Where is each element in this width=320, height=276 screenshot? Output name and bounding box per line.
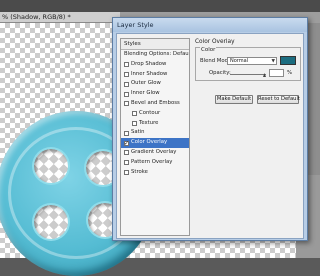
style-item-label: Inner Shadow xyxy=(131,70,168,77)
styles-header[interactable]: Styles xyxy=(121,39,189,50)
style-checkbox[interactable] xyxy=(124,72,129,78)
opacity-label: Opacity: xyxy=(209,70,231,76)
style-item-label: Gradient Overlay xyxy=(131,148,177,155)
style-checkbox[interactable] xyxy=(124,91,129,97)
opacity-slider-track[interactable] xyxy=(230,74,266,75)
document-tab-title: % (Shadow, RGB/8) * xyxy=(2,13,71,21)
style-item-outer-glow[interactable]: Outer Glow xyxy=(121,79,189,89)
style-item-contour[interactable]: Contour xyxy=(121,109,189,119)
dialog-title-bar[interactable]: Layer Style xyxy=(113,18,307,32)
style-item-label: Inner Glow xyxy=(131,90,160,97)
style-item-label: Color Overlay xyxy=(131,139,168,146)
style-item-drop-shadow[interactable]: Drop Shadow xyxy=(121,60,189,70)
button-hole xyxy=(34,205,68,239)
style-checkbox[interactable] xyxy=(124,170,129,176)
style-item-color-overlay[interactable]: Color Overlay xyxy=(121,138,189,148)
style-item-inner-glow[interactable]: Inner Glow xyxy=(121,89,189,99)
style-checkbox[interactable] xyxy=(124,130,129,136)
dialog-body: Styles Blending Options: Default Drop Sha… xyxy=(116,33,304,239)
style-checkbox[interactable] xyxy=(132,121,137,127)
chevron-down-icon: ▼ xyxy=(271,59,275,64)
style-item-label: Drop Shadow xyxy=(131,60,167,67)
opacity-unit: % xyxy=(287,70,293,76)
style-item-label: Outer Glow xyxy=(131,80,161,87)
color-swatch[interactable] xyxy=(280,56,296,65)
blend-mode-select[interactable]: Normal ▼ xyxy=(227,57,277,65)
style-checkbox[interactable] xyxy=(124,150,129,156)
style-item-stroke[interactable]: Stroke xyxy=(121,168,189,178)
make-default-button[interactable]: Make Default xyxy=(215,95,253,104)
group-label: Color xyxy=(200,47,217,53)
dialog-title: Layer Style xyxy=(117,21,154,29)
style-item-bevel-and-emboss[interactable]: Bevel and Emboss xyxy=(121,99,189,109)
style-checkbox[interactable] xyxy=(124,160,129,166)
style-item-label: Contour xyxy=(139,109,161,116)
style-item-label: Stroke xyxy=(131,168,148,175)
style-checkbox[interactable] xyxy=(124,62,129,68)
style-item-label: Blending Options: Default xyxy=(124,51,189,57)
layer-style-dialog: Layer Style Styles Blending Options: Def… xyxy=(112,17,308,241)
style-checkbox[interactable] xyxy=(124,81,129,87)
style-item-inner-shadow[interactable]: Inner Shadow xyxy=(121,70,189,80)
style-item-texture[interactable]: Texture xyxy=(121,119,189,129)
color-overlay-panel: Color Overlay Color Blend Mode: Normal ▼… xyxy=(195,38,301,118)
style-checkbox[interactable] xyxy=(132,111,137,117)
reset-default-button[interactable]: Reset to Default xyxy=(257,95,300,104)
style-item-satin[interactable]: Satin xyxy=(121,128,189,138)
style-item-label: Pattern Overlay xyxy=(131,158,173,165)
style-item-gradient-overlay[interactable]: Gradient Overlay xyxy=(121,148,189,158)
style-item-pattern-overlay[interactable]: Pattern Overlay xyxy=(121,158,189,168)
style-checkbox[interactable] xyxy=(124,101,129,107)
style-item-label: Bevel and Emboss xyxy=(131,99,180,106)
button-hole xyxy=(34,149,68,183)
style-item-label: Texture xyxy=(139,119,159,126)
blend-mode-value: Normal xyxy=(230,58,249,64)
app-menu-bar xyxy=(0,0,320,12)
style-item-label: Satin xyxy=(131,129,145,136)
styles-rows: Blending Options: Default Drop Shadow Inne… xyxy=(121,50,189,177)
styles-list: Styles Blending Options: Default Drop Sha… xyxy=(120,38,190,236)
style-item-blending-options-default[interactable]: Blending Options: Default xyxy=(121,50,189,60)
color-group: Color Blend Mode: Normal ▼ Opacity: % xyxy=(195,47,301,81)
opacity-input[interactable] xyxy=(269,69,284,77)
panel-title: Color Overlay xyxy=(195,39,235,45)
style-checkbox[interactable] xyxy=(124,139,129,148)
document-tab[interactable]: % (Shadow, RGB/8) * xyxy=(0,12,120,23)
